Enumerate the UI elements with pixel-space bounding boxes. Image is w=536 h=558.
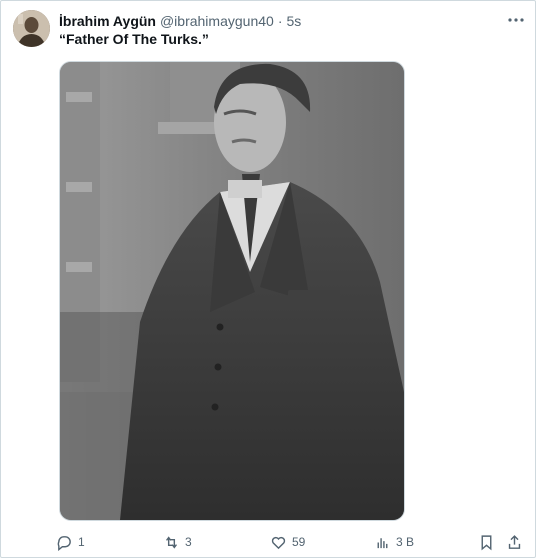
bookmark-icon xyxy=(481,534,492,550)
share-button[interactable] xyxy=(506,532,523,552)
repost-count: 3 xyxy=(185,535,192,549)
like-button[interactable]: 59 xyxy=(270,532,305,552)
bookmark-button[interactable] xyxy=(478,532,495,552)
tweet-card[interactable]: İbrahim Aygün @ibrahimaygun40 · 5s “Fath… xyxy=(0,0,536,558)
repost-button[interactable]: 3 xyxy=(163,532,192,552)
author-name[interactable]: İbrahim Aygün xyxy=(59,13,156,29)
like-count: 59 xyxy=(292,535,306,549)
timestamp[interactable]: 5s xyxy=(286,13,301,29)
separator-dot: · xyxy=(277,13,283,29)
views-count: 3 B xyxy=(396,535,415,549)
author-handle[interactable]: @ibrahimaygun40 xyxy=(160,13,274,29)
tweet-header: İbrahim Aygün @ibrahimaygun40 · 5s xyxy=(59,12,301,30)
views-button[interactable]: 3 B xyxy=(374,532,414,552)
reply-button[interactable]: 1 xyxy=(56,532,85,552)
action-bar: 1 3 59 3 B xyxy=(56,532,526,552)
more-icon[interactable] xyxy=(504,11,528,29)
reply-count: 1 xyxy=(78,535,85,549)
avatar[interactable] xyxy=(13,10,50,47)
share-icon xyxy=(508,534,521,549)
heart-icon xyxy=(271,536,286,549)
repost-icon xyxy=(165,535,178,549)
tweet-media-image[interactable] xyxy=(59,61,405,521)
views-icon xyxy=(377,537,388,548)
reply-icon xyxy=(57,535,71,551)
tweet-text: “Father Of The Turks.” xyxy=(59,31,209,47)
